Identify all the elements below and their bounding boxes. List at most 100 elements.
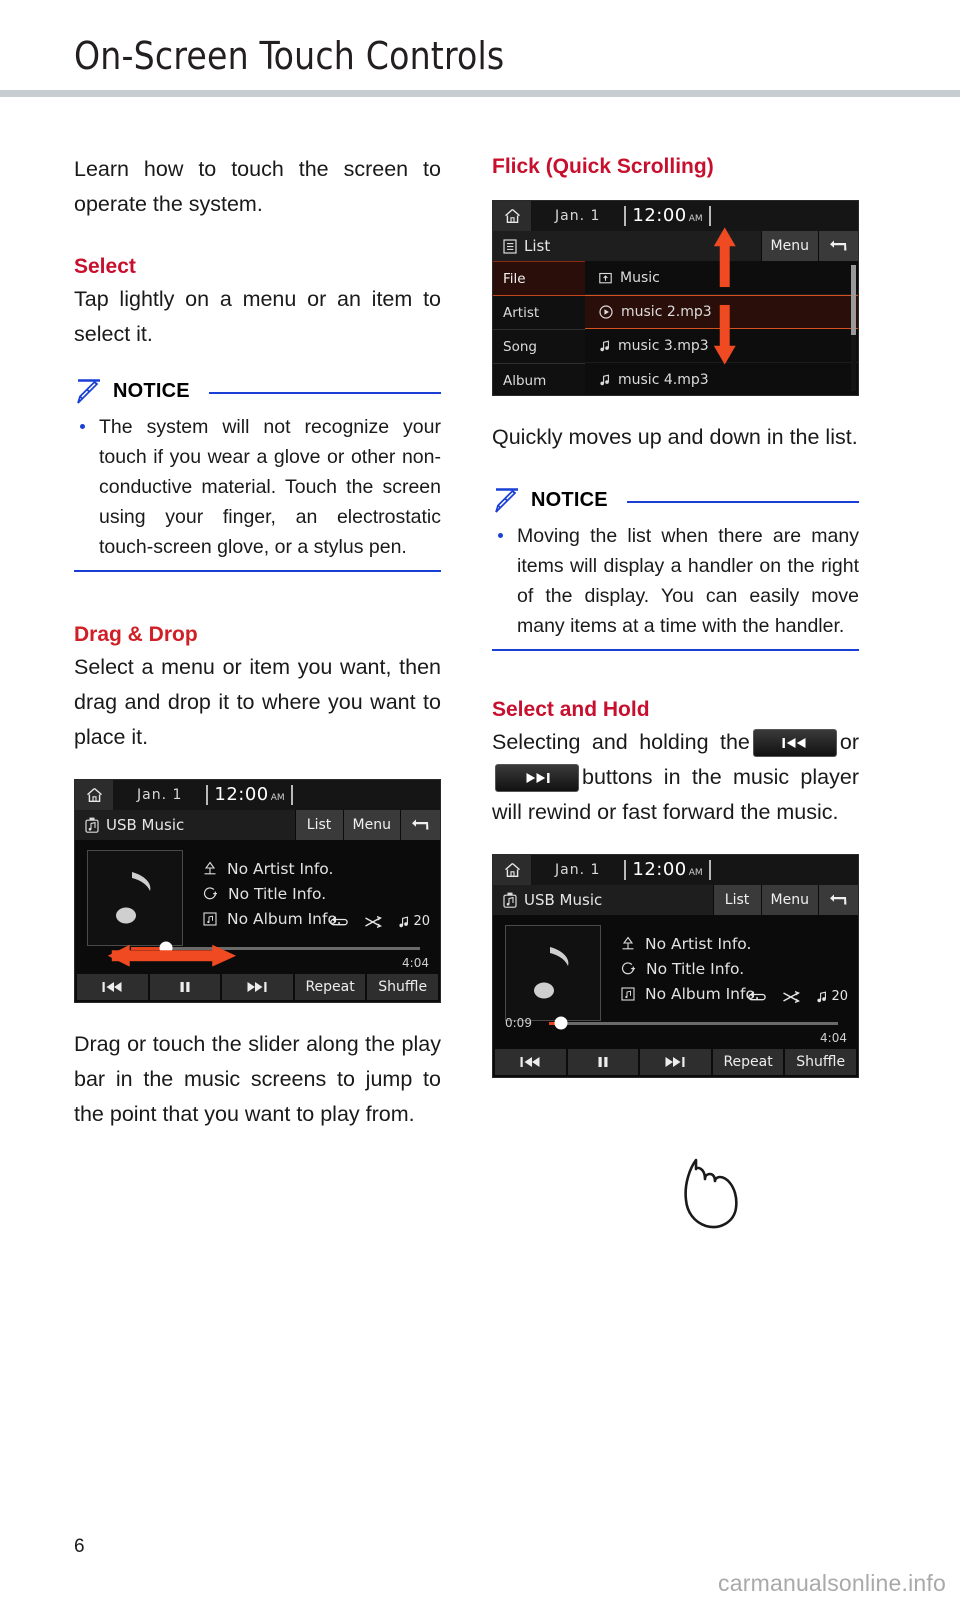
- note-icon: [399, 916, 409, 927]
- status-time: 12:00: [632, 859, 687, 880]
- album-art: [87, 850, 183, 946]
- status-ampm: AM: [688, 868, 703, 878]
- repeat-button[interactable]: Repeat: [712, 1049, 784, 1075]
- progress-knob[interactable]: [159, 941, 173, 955]
- title-bar-buttons: List Menu: [712, 885, 858, 915]
- track-metadata: No Artist Info. No Title Info. No Album …: [203, 856, 342, 931]
- status-bar: Jan. 1 12:00 AM: [75, 780, 440, 810]
- list-button[interactable]: List: [294, 810, 343, 840]
- next-icon: [665, 1057, 685, 1067]
- repeat-button[interactable]: Repeat: [294, 974, 366, 1000]
- total-time: 4:04: [820, 1031, 847, 1045]
- status-ampm: AM: [688, 214, 703, 224]
- pointing-hand-icon: [684, 1158, 738, 1229]
- meta-title-text: No Title Info.: [228, 884, 327, 903]
- menu-button[interactable]: Menu: [342, 810, 400, 840]
- category-tab-album[interactable]: Album: [493, 364, 585, 395]
- category-tab-artist[interactable]: Artist: [493, 296, 585, 330]
- status-time: 12:00: [632, 205, 687, 226]
- next-button[interactable]: [640, 1049, 711, 1075]
- shuffle-icon[interactable]: [364, 915, 383, 929]
- list-item[interactable]: music 3.mp3: [585, 329, 858, 363]
- prev-icon: [520, 1057, 540, 1067]
- page-title: On-Screen Touch Controls: [74, 34, 505, 78]
- back-button[interactable]: [818, 885, 858, 915]
- notice-list: The system will not recognize your touch…: [74, 412, 441, 562]
- list-scrollbar-thumb[interactable]: [851, 265, 856, 335]
- meta-row-album: No Album Info.: [203, 906, 342, 931]
- notice-list: Moving the list when there are many item…: [492, 521, 859, 641]
- meta-artist-text: No Artist Info.: [227, 859, 334, 878]
- pause-button[interactable]: [149, 974, 221, 1000]
- meta-row-title: No Title Info.: [621, 956, 760, 981]
- back-arrow-icon: [830, 240, 847, 251]
- home-button[interactable]: [75, 780, 113, 810]
- back-button[interactable]: [400, 810, 440, 840]
- page-number: 6: [74, 1536, 85, 1557]
- progress-bar[interactable]: [549, 1016, 838, 1030]
- shuffle-icon[interactable]: [782, 990, 801, 1004]
- notice-header: NOTICE: [492, 485, 859, 515]
- notice-bottom-rule: [74, 570, 441, 572]
- menu-button[interactable]: Menu: [760, 885, 818, 915]
- menu-button[interactable]: Menu: [760, 231, 818, 261]
- notice-header: NOTICE: [74, 376, 441, 406]
- status-ampm: AM: [270, 793, 285, 803]
- repeat-icon[interactable]: [330, 915, 349, 929]
- next-icon: [247, 982, 267, 992]
- back-button[interactable]: [818, 231, 858, 261]
- inline-rewind-key[interactable]: [752, 729, 837, 758]
- status-time-wrap: 12:00 AM: [624, 205, 711, 226]
- progress-knob[interactable]: [554, 1016, 568, 1030]
- list-button[interactable]: List: [712, 885, 761, 915]
- title-bar-buttons: Menu: [760, 231, 858, 261]
- right-column: Flick (Quick Scrolling) Jan. 1 12:00 AM: [492, 152, 859, 1078]
- progress-row: [75, 940, 440, 956]
- notice-block-handler: NOTICE Moving the list when there are ma…: [492, 485, 859, 651]
- manual-page: On-Screen Touch Controls Learn how to to…: [0, 0, 960, 1613]
- music-note-icon: [116, 872, 151, 924]
- player-options: 20: [748, 989, 848, 1004]
- player-options: 20: [330, 914, 430, 929]
- status-date: Jan. 1: [555, 208, 601, 224]
- note-icon: [600, 340, 609, 351]
- pencil-icon: [495, 488, 518, 513]
- list-item-label: music 3.mp3: [618, 337, 709, 354]
- home-button[interactable]: [493, 855, 531, 885]
- section-heading-drag-drop: Drag & Drop: [74, 623, 198, 646]
- home-button[interactable]: [493, 201, 531, 231]
- fast-forward-icon: [526, 773, 550, 784]
- next-button[interactable]: [222, 974, 293, 1000]
- play-circle-icon: [599, 305, 613, 319]
- notice-label: NOTICE: [113, 379, 190, 402]
- list-item[interactable]: music 4.mp3: [585, 363, 858, 395]
- home-icon: [504, 208, 520, 223]
- list-item[interactable]: music 2.mp3: [585, 295, 858, 329]
- screenshot-player-hold: Jan. 1 12:00 AM USB Music List Menu No A…: [492, 854, 859, 1078]
- shuffle-button[interactable]: Shuffle: [785, 1049, 856, 1075]
- meta-artist-text: No Artist Info.: [645, 934, 752, 953]
- section-heading-select-hold: Select and Hold: [492, 698, 650, 721]
- previous-button[interactable]: [495, 1049, 566, 1075]
- status-bar: Jan. 1 12:00 AM: [493, 201, 858, 231]
- progress-bar[interactable]: [131, 941, 420, 955]
- home-icon: [504, 862, 520, 877]
- shuffle-button[interactable]: Shuffle: [367, 974, 438, 1000]
- category-tab-file[interactable]: File: [493, 262, 585, 296]
- select-hold-text-middle: or: [839, 730, 859, 754]
- note-icon: [817, 991, 827, 1002]
- inline-forward-key[interactable]: [495, 764, 579, 793]
- prev-icon: [102, 982, 122, 992]
- left-column: Learn how to touch the screen to operate…: [74, 152, 441, 1132]
- title-text: List: [524, 237, 551, 255]
- category-tabs: File Artist Song Album Recently Added: [493, 261, 585, 395]
- list-item[interactable]: Music: [585, 261, 858, 295]
- category-tab-song[interactable]: Song: [493, 330, 585, 364]
- repeat-icon[interactable]: [748, 990, 767, 1004]
- previous-button[interactable]: [77, 974, 148, 1000]
- notice-rule: [208, 392, 441, 394]
- notice-block-glove: NOTICE The system will not recognize you…: [74, 376, 441, 572]
- pause-button[interactable]: [567, 1049, 639, 1075]
- site-watermark: carmanualsonline.info: [718, 1570, 946, 1596]
- status-time: 12:00: [214, 784, 269, 805]
